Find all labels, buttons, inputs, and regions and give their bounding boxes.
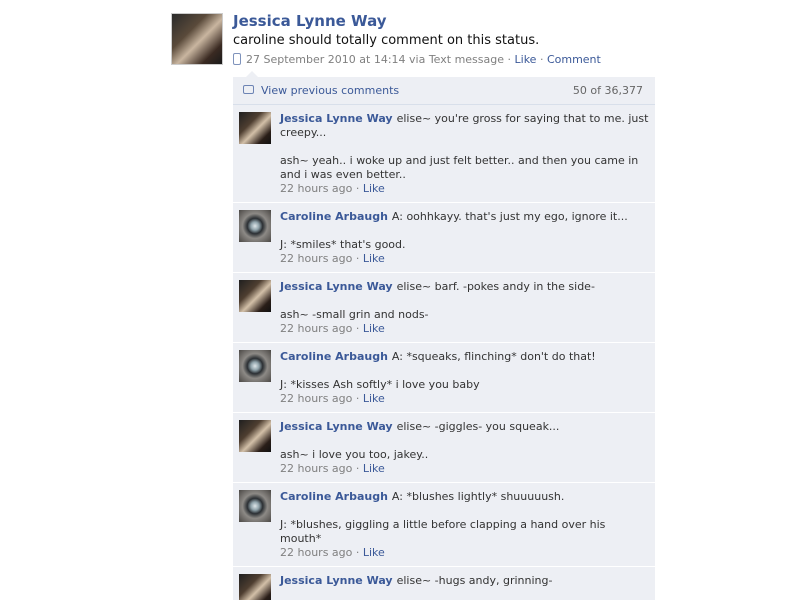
comment-timestamp: 22 hours ago <box>280 182 353 195</box>
comment-item: Jessica Lynne Way elise~ barf. -pokes and… <box>233 273 655 343</box>
post-meta: 27 September 2010 at 14:14 via Text mess… <box>233 53 601 66</box>
comment-item: Jessica Lynne Way elise~ -giggles- you sq… <box>233 413 655 483</box>
post-like-link[interactable]: Like <box>515 53 537 66</box>
comments-count: 50 of 36,377 <box>572 84 643 97</box>
comment-like-link[interactable]: Like <box>363 322 385 335</box>
comment-item: Jessica Lynne Way elise~ -hugs andy, grin… <box>233 567 655 600</box>
comment-second-paragraph: J: *smiles* that's good. <box>280 238 406 251</box>
comment-meta: 22 hours ago · Like <box>280 462 385 475</box>
commenter-name[interactable]: Caroline Arbaugh <box>280 210 388 223</box>
comments-panel: View previous comments 50 of 36,377 Jess… <box>233 77 655 600</box>
post-author-avatar[interactable] <box>171 13 223 65</box>
comment-timestamp: 22 hours ago <box>280 322 353 335</box>
comment-first-line: Caroline Arbaugh A: oohhkayy. that's just… <box>280 210 649 224</box>
comment-meta: 22 hours ago · Like <box>280 322 385 335</box>
comment-text: A: oohhkayy. that's just my ego, ignore … <box>391 210 628 223</box>
comment-item: Caroline Arbaugh A: *squeaks, flinching* … <box>233 343 655 413</box>
commenter-avatar[interactable] <box>239 574 271 600</box>
comment-text: elise~ -hugs andy, grinning- <box>396 574 553 587</box>
comment-first-line: Jessica Lynne Way elise~ -giggles- you sq… <box>280 420 649 434</box>
comment-like-link[interactable]: Like <box>363 462 385 475</box>
commenter-avatar[interactable] <box>239 420 271 452</box>
commenter-avatar[interactable] <box>239 280 271 312</box>
comment-meta: 22 hours ago · Like <box>280 182 385 195</box>
comment-item: Caroline Arbaugh A: oohhkayy. that's just… <box>233 203 655 273</box>
post-status-text: caroline should totally comment on this … <box>233 33 540 48</box>
comment-timestamp: 22 hours ago <box>280 252 353 265</box>
comment-text: A: *blushes lightly* shuuuuush. <box>391 490 565 503</box>
view-previous-comments-bar: View previous comments 50 of 36,377 <box>233 77 655 105</box>
comment-first-line: Jessica Lynne Way elise~ you're gross for… <box>280 112 649 140</box>
comment-like-link[interactable]: Like <box>363 252 385 265</box>
comment-second-paragraph: J: *kisses Ash softly* i love you baby <box>280 378 480 391</box>
comment-item: Jessica Lynne Way elise~ you're gross for… <box>233 105 655 203</box>
comment-second-paragraph: J: *blushes, giggling a little before cl… <box>280 518 606 545</box>
comment-meta: 22 hours ago · Like <box>280 252 385 265</box>
commenter-avatar[interactable] <box>239 112 271 144</box>
comment-second-paragraph: ash~ -small grin and nods- <box>280 308 429 321</box>
post-comment-link[interactable]: Comment <box>547 53 601 66</box>
comment-meta: 22 hours ago · Like <box>280 546 385 559</box>
comment-text: A: *squeaks, flinching* don't do that! <box>391 350 596 363</box>
post-date: 27 September 2010 at 14:14 via Text mess… <box>246 53 505 66</box>
comment-second-paragraph: ash~ yeah.. i woke up and just felt bett… <box>280 154 639 181</box>
comment-timestamp: 22 hours ago <box>280 462 353 475</box>
commenter-name[interactable]: Jessica Lynne Way <box>280 280 393 293</box>
commenter-avatar[interactable] <box>239 210 271 242</box>
commenter-name[interactable]: Jessica Lynne Way <box>280 420 393 433</box>
comment-item: Caroline Arbaugh A: *blushes lightly* shu… <box>233 483 655 567</box>
comment-like-link[interactable]: Like <box>363 182 385 195</box>
comment-first-line: Jessica Lynne Way elise~ barf. -pokes and… <box>280 280 649 294</box>
post-author-name[interactable]: Jessica Lynne Way <box>233 12 387 30</box>
comment-timestamp: 22 hours ago <box>280 546 353 559</box>
commenter-name[interactable]: Jessica Lynne Way <box>280 112 393 125</box>
commenter-name[interactable]: Jessica Lynne Way <box>280 574 393 587</box>
comment-first-line: Jessica Lynne Way elise~ -hugs andy, grin… <box>280 574 649 588</box>
mobile-phone-icon <box>233 53 241 65</box>
commenter-avatar[interactable] <box>239 490 271 522</box>
speech-bubble-icon <box>243 85 254 94</box>
commenter-name[interactable]: Caroline Arbaugh <box>280 490 388 503</box>
comment-second-paragraph: ash~ i love you too, jakey.. <box>280 448 429 461</box>
comment-text: elise~ barf. -pokes andy in the side- <box>396 280 595 293</box>
comment-timestamp: 22 hours ago <box>280 392 353 405</box>
comment-like-link[interactable]: Like <box>363 546 385 559</box>
comment-meta: 22 hours ago · Like <box>280 392 385 405</box>
commenter-name[interactable]: Caroline Arbaugh <box>280 350 388 363</box>
comment-text: elise~ -giggles- you squeak... <box>396 420 560 433</box>
view-previous-comments-link[interactable]: View previous comments <box>261 84 399 97</box>
comment-like-link[interactable]: Like <box>363 392 385 405</box>
comment-first-line: Caroline Arbaugh A: *squeaks, flinching* … <box>280 350 649 364</box>
comment-first-line: Caroline Arbaugh A: *blushes lightly* shu… <box>280 490 649 504</box>
comment-list: Jessica Lynne Way elise~ you're gross for… <box>233 105 655 600</box>
commenter-avatar[interactable] <box>239 350 271 382</box>
